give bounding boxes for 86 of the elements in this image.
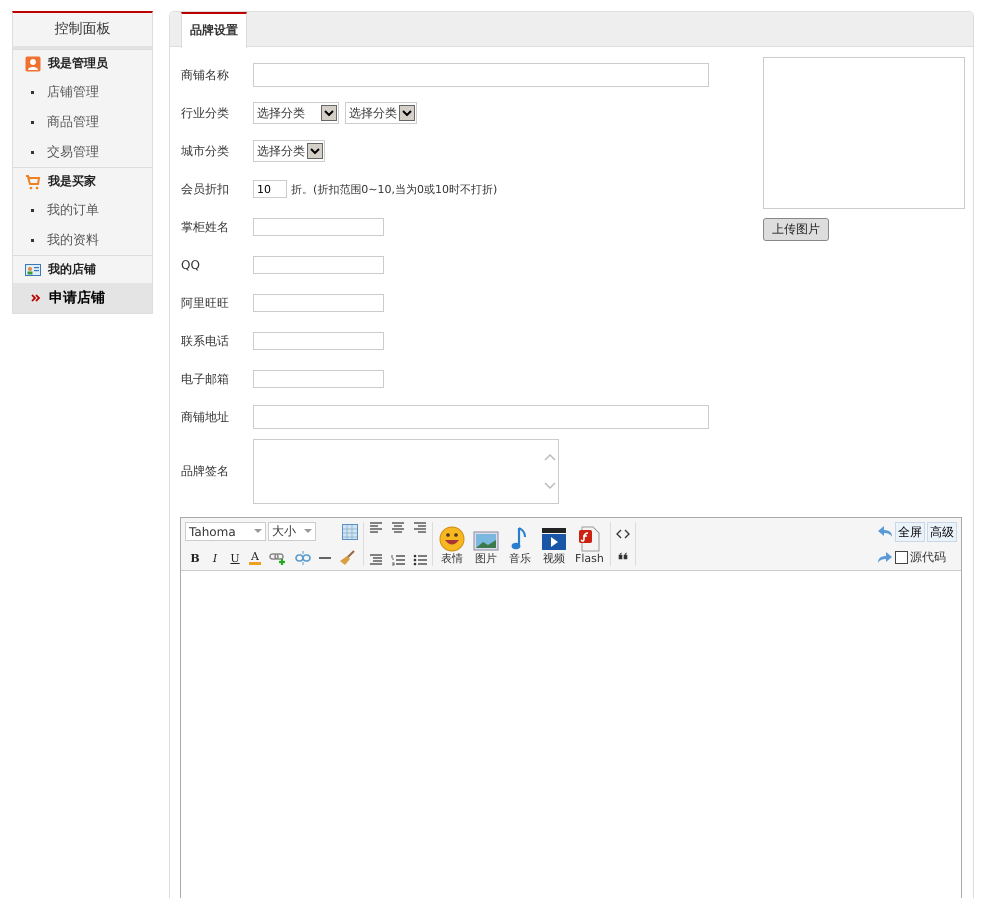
advanced-button[interactable]: 高级 xyxy=(927,522,957,542)
cart-icon xyxy=(25,174,41,190)
sidebar-item[interactable]: 交易管理 xyxy=(13,137,152,167)
fullscreen-button[interactable]: 全屏 xyxy=(895,522,925,542)
input-field[interactable] xyxy=(253,294,384,312)
input-field[interactable] xyxy=(253,63,709,87)
field-label: 商铺名称 xyxy=(181,66,230,84)
field-label: 行业分类 xyxy=(181,104,230,122)
sidebar-item-label: 我的订单 xyxy=(47,202,99,219)
undo-icon[interactable] xyxy=(877,525,893,539)
double-chevron-icon xyxy=(31,293,41,303)
sidebar-item[interactable]: 申请店铺 xyxy=(13,283,152,313)
scrollbar-arrows-icon xyxy=(543,451,557,491)
discount-hint: 折。(折扣范围0~10,当为0或10时不打折) xyxy=(291,182,498,196)
sidebar-group-header[interactable]: 我是买家 xyxy=(13,167,152,195)
field-label: 城市分类 xyxy=(181,142,230,160)
unlink-icon[interactable] xyxy=(295,551,311,565)
format-button[interactable]: B xyxy=(189,552,201,564)
sidebar-item[interactable]: 商品管理 xyxy=(13,107,152,137)
input-field[interactable] xyxy=(253,256,384,274)
select-dropdown[interactable]: 选择分类 xyxy=(253,102,339,124)
media-button[interactable]: 图片 xyxy=(473,530,499,566)
add-link-icon[interactable] xyxy=(269,551,287,565)
clapperboard-icon xyxy=(541,526,567,552)
upload-image-button[interactable]: 上传图片 xyxy=(763,218,829,241)
field-label: 电子邮箱 xyxy=(181,370,230,388)
bullet-icon xyxy=(31,208,34,212)
field-label: 联系电话 xyxy=(181,332,230,350)
select-dropdown[interactable]: 选择分类 xyxy=(253,140,325,162)
field-label: 品牌签名 xyxy=(181,463,230,480)
sidebar-group-header[interactable]: 我是管理员 xyxy=(13,49,152,77)
sidebar-item-label: 商品管理 xyxy=(47,114,99,131)
align-left-icon[interactable] xyxy=(369,522,383,534)
bulleted-list-icon[interactable] xyxy=(413,554,427,566)
bullet-icon xyxy=(31,120,34,124)
sidebar-item-label: 申请店铺 xyxy=(49,289,105,307)
sidebar-group-label: 我的店铺 xyxy=(48,261,96,278)
caret-icon xyxy=(304,529,312,534)
caret-icon xyxy=(254,529,262,534)
table-icon[interactable] xyxy=(342,524,358,540)
broom-icon[interactable] xyxy=(339,550,355,566)
quote-icon[interactable] xyxy=(618,552,628,560)
id-card-icon xyxy=(25,262,41,278)
bullet-icon xyxy=(31,150,34,154)
size-select[interactable]: 大小 xyxy=(268,522,316,541)
select-dropdown[interactable]: 选择分类 xyxy=(345,102,417,124)
format-button[interactable]: I xyxy=(209,552,221,564)
sidebar-item-label: 店铺管理 xyxy=(47,84,99,101)
person-icon xyxy=(25,56,41,72)
input-field[interactable] xyxy=(253,218,384,236)
discount-input[interactable]: 10 xyxy=(253,180,287,198)
input-field[interactable] xyxy=(253,405,709,429)
media-button[interactable]: 音乐 xyxy=(507,526,533,566)
sidebar-item[interactable]: 店铺管理 xyxy=(13,77,152,107)
field-label: 会员折扣 xyxy=(181,180,230,198)
format-button[interactable]: U xyxy=(229,552,241,564)
landscape-image-icon xyxy=(473,530,499,552)
sidebar-group-label: 我是买家 xyxy=(48,173,96,190)
numbered-list-icon[interactable] xyxy=(391,554,405,566)
sidebar-item-label: 交易管理 xyxy=(47,144,99,161)
font-select[interactable]: Tahoma xyxy=(185,522,266,541)
sidebar-item[interactable]: 我的资料 xyxy=(13,225,152,255)
media-button[interactable]: 表情 xyxy=(439,526,465,566)
sidebar-item[interactable]: 我的订单 xyxy=(13,195,152,225)
field-label: QQ xyxy=(181,258,201,272)
input-field[interactable] xyxy=(253,370,384,388)
field-label: 商铺地址 xyxy=(181,408,230,426)
field-label: 掌柜姓名 xyxy=(181,218,230,236)
code-icon[interactable] xyxy=(616,528,630,540)
input-field[interactable] xyxy=(253,332,384,350)
source-code-label: 源代码 xyxy=(910,549,946,566)
smiley-icon xyxy=(439,526,465,552)
align-right-icon[interactable] xyxy=(413,522,427,534)
media-button[interactable]: 视频 xyxy=(541,526,567,566)
flash-file-icon xyxy=(578,526,600,552)
tab[interactable]: 品牌设置 xyxy=(181,12,247,48)
bullet-icon xyxy=(31,90,34,94)
checkbox[interactable] xyxy=(895,551,908,564)
sidebar-item-label: 我的资料 xyxy=(47,232,99,249)
bullet-icon xyxy=(31,238,34,242)
sidebar-group-label: 我是管理员 xyxy=(48,55,108,72)
align-center-icon[interactable] xyxy=(391,522,405,534)
field-label: 阿里旺旺 xyxy=(181,294,230,312)
media-button[interactable]: Flash xyxy=(575,526,604,566)
format-button[interactable]: A xyxy=(249,552,261,564)
indent-icon[interactable] xyxy=(369,554,383,566)
